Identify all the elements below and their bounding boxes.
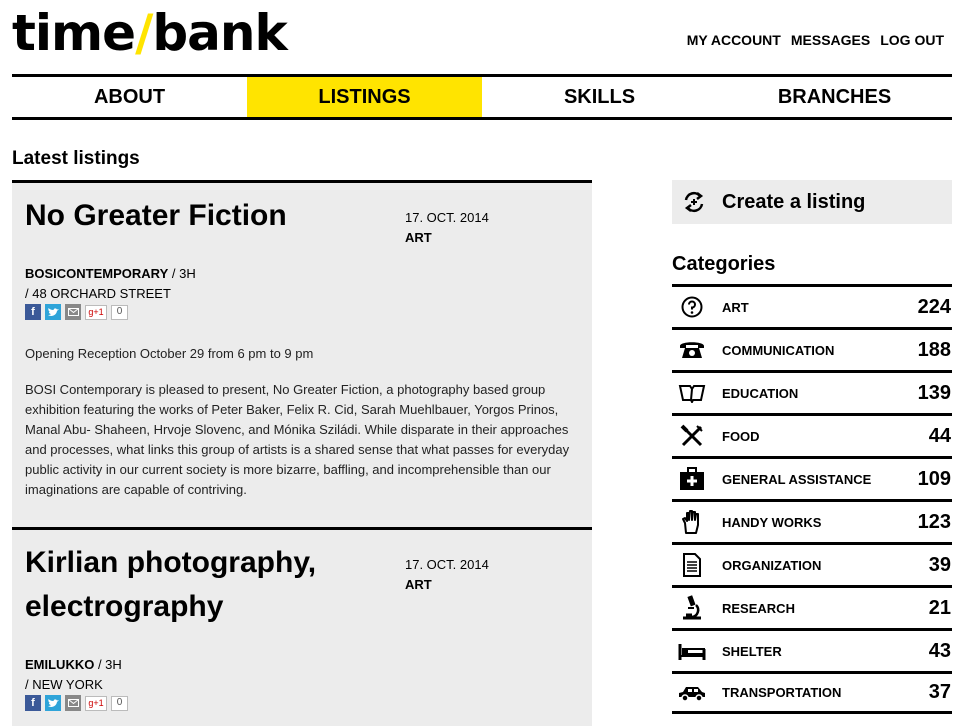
categories-list: ART 224 COMMUNICATION 188 EDUCATION 139 …: [672, 284, 952, 714]
nav-branches[interactable]: BRANCHES: [717, 77, 952, 117]
google-plus-share-icon[interactable]: g+1: [85, 695, 107, 711]
listing-age: / 3H: [168, 266, 196, 281]
my-account-link[interactable]: MY ACCOUNT: [687, 32, 781, 48]
listing-paragraph: Opening Reception October 29 from 6 pm t…: [25, 346, 314, 361]
listing-location: / 48 ORCHARD STREET: [25, 286, 171, 301]
twitter-share-icon[interactable]: [45, 695, 61, 711]
nav-skills[interactable]: SKILLS: [482, 77, 717, 117]
category-handy-works[interactable]: HANDY WORKS 123: [672, 499, 952, 542]
share-bar: f g+1 0: [25, 304, 579, 320]
category-label: ORGANIZATION: [722, 557, 822, 573]
listings-list: No Greater Fiction 17. OCT. 2014 ART BOS…: [12, 180, 592, 726]
email-share-icon[interactable]: [65, 695, 81, 711]
facebook-share-icon[interactable]: f: [25, 695, 41, 711]
book-icon: [674, 378, 710, 408]
category-shelter[interactable]: SHELTER 43: [672, 628, 952, 671]
category-art[interactable]: ART 224: [672, 284, 952, 327]
facebook-share-icon[interactable]: f: [25, 304, 41, 320]
category-food[interactable]: FOOD 44: [672, 413, 952, 456]
create-refresh-icon: [676, 180, 712, 224]
listing-meta: EMILUKKO / 3H / NEW YORK f g+1 0: [25, 655, 579, 711]
account-nav: MY ACCOUNT MESSAGES LOG OUT: [687, 32, 944, 48]
category-research[interactable]: RESEARCH 21: [672, 585, 952, 628]
category-communication[interactable]: COMMUNICATION 188: [672, 327, 952, 370]
category-label: HANDY WORKS: [722, 514, 822, 530]
category-count: 44: [928, 424, 951, 447]
share-count: 0: [111, 304, 128, 320]
listing-date: 17. OCT. 2014: [405, 210, 489, 225]
first-aid-icon: [674, 464, 710, 494]
site-logo[interactable]: time/bank: [12, 2, 288, 64]
category-count: 224: [917, 295, 951, 318]
listing-category[interactable]: ART: [405, 577, 432, 592]
telephone-icon: [674, 335, 710, 365]
listing-location: / NEW YORK: [25, 677, 103, 692]
nav-about[interactable]: ABOUT: [12, 77, 247, 117]
create-listing-label: Create a listing: [722, 190, 866, 213]
category-count: 43: [928, 639, 951, 662]
listing-paragraph: BOSI Contemporary is pleased to present,…: [25, 382, 570, 497]
listing-card: Kirlian photography, electrography 17. O…: [12, 527, 592, 726]
listing-card: No Greater Fiction 17. OCT. 2014 ART BOS…: [12, 180, 592, 527]
listing-meta: BOSICONTEMPORARY / 3H / 48 ORCHARD STREE…: [25, 264, 579, 320]
category-general-assistance[interactable]: GENERAL ASSISTANCE 109: [672, 456, 952, 499]
share-bar: f g+1 0: [25, 695, 579, 711]
category-label: ART: [722, 299, 749, 315]
category-education[interactable]: EDUCATION 139: [672, 370, 952, 413]
listing-author[interactable]: BOSICONTEMPORARY: [25, 266, 168, 281]
category-count: 123: [917, 510, 951, 533]
question-icon: [674, 292, 710, 322]
listing-author[interactable]: EMILUKKO: [25, 657, 94, 672]
category-count: 188: [917, 338, 951, 361]
messages-link[interactable]: MESSAGES: [791, 32, 870, 48]
logo-text-bank: bank: [152, 4, 287, 62]
listing-date: 17. OCT. 2014: [405, 557, 489, 572]
create-listing-button[interactable]: Create a listing: [672, 180, 952, 224]
car-icon: [674, 678, 710, 708]
category-transportation[interactable]: TRANSPORTATION 37: [672, 671, 952, 714]
share-count: 0: [111, 695, 128, 711]
category-label: RESEARCH: [722, 600, 795, 616]
bed-icon: [674, 636, 710, 666]
listing-title[interactable]: Kirlian photography, electrography: [25, 541, 395, 629]
twitter-share-icon[interactable]: [45, 304, 61, 320]
fork-knife-icon: [674, 421, 710, 451]
nav-listings[interactable]: LISTINGS: [247, 77, 482, 117]
log-out-link[interactable]: LOG OUT: [880, 32, 944, 48]
category-label: COMMUNICATION: [722, 342, 835, 358]
category-organization[interactable]: ORGANIZATION 39: [672, 542, 952, 585]
category-label: GENERAL ASSISTANCE: [722, 471, 872, 487]
category-label: TRANSPORTATION: [722, 685, 842, 700]
google-plus-share-icon[interactable]: g+1: [85, 304, 107, 320]
listing-title[interactable]: No Greater Fiction: [25, 194, 395, 238]
microscope-icon: [674, 593, 710, 623]
listing-category[interactable]: ART: [405, 230, 432, 245]
latest-listings-heading: Latest listings: [12, 148, 140, 169]
logo-text-time: time: [12, 4, 136, 62]
category-label: EDUCATION: [722, 385, 799, 401]
categories-heading: Categories: [672, 253, 776, 275]
document-icon: [674, 550, 710, 580]
main-nav: ABOUT LISTINGS SKILLS BRANCHES: [12, 74, 952, 120]
category-count: 37: [928, 681, 951, 703]
category-count: 21: [928, 596, 951, 619]
category-label: FOOD: [722, 428, 760, 444]
category-count: 139: [917, 381, 951, 404]
category-count: 39: [928, 553, 951, 576]
hand-icon: [674, 507, 710, 537]
category-count: 109: [917, 467, 951, 490]
email-share-icon[interactable]: [65, 304, 81, 320]
category-label: SHELTER: [722, 643, 782, 659]
listing-age: / 3H: [94, 657, 122, 672]
logo-slash: /: [135, 4, 153, 62]
